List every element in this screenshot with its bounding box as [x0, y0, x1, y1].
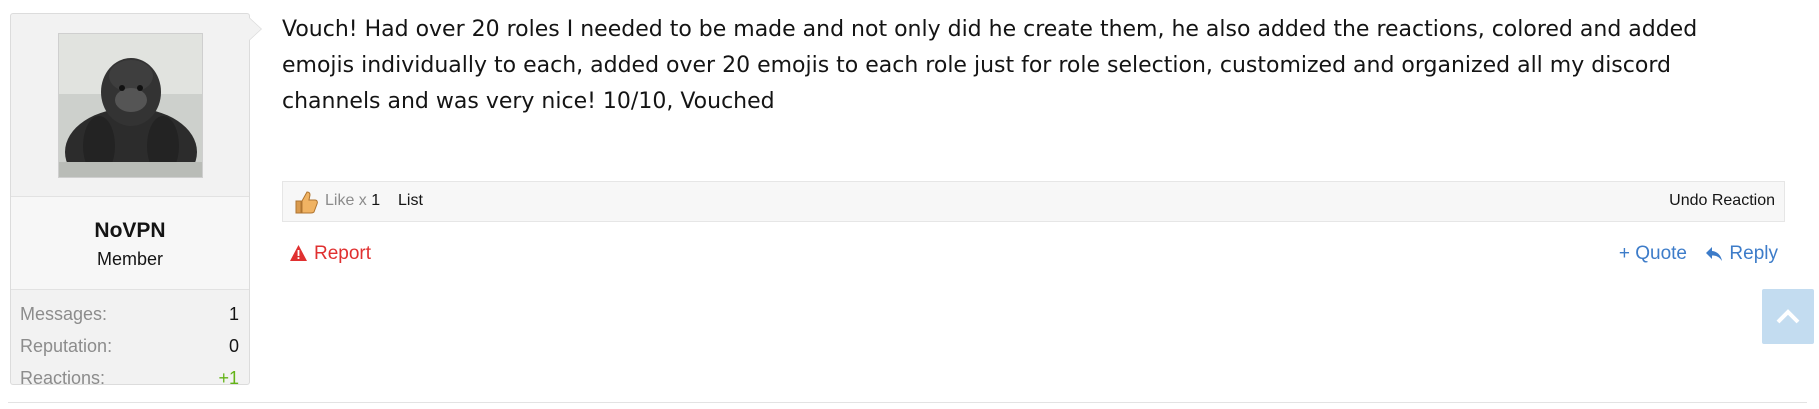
post-divider	[8, 402, 1807, 403]
like-count: 1	[371, 192, 381, 209]
quote-link[interactable]: + Quote	[1619, 243, 1687, 265]
post: NoVPN Member Messages: 1 Reputation: 0 R…	[0, 0, 1819, 409]
report-label: Report	[314, 243, 372, 264]
avatar-area	[11, 14, 249, 196]
stat-value: +1	[218, 368, 239, 388]
undo-reaction-link[interactable]: Undo Reaction	[1669, 192, 1775, 210]
stat-label: Messages:	[20, 304, 108, 324]
gorilla-avatar-photo	[59, 34, 202, 177]
stat-label: Reactions:	[20, 368, 106, 388]
stat-label: Reputation:	[20, 336, 113, 356]
stat-reputation: Reputation: 0	[11, 330, 249, 362]
reactions-bar: Like x 1 List Undo Reaction	[282, 181, 1785, 222]
warning-triangle-icon	[290, 245, 307, 261]
stat-value: 1	[228, 304, 239, 324]
user-stats: Messages: 1 Reputation: 0 Reactions: +1	[11, 288, 249, 394]
post-actions: Report + Quote Reply	[282, 238, 1785, 274]
avatar[interactable]	[58, 33, 203, 178]
stat-value: 0	[228, 336, 239, 356]
reply-link[interactable]: Reply	[1705, 243, 1778, 265]
scroll-to-top-button[interactable]	[1762, 289, 1814, 344]
report-link[interactable]: Report	[289, 243, 371, 265]
stat-reactions: Reactions: +1	[11, 362, 249, 394]
message-body: Vouch! Had over 20 roles I needed to be …	[282, 17, 1698, 114]
reply-label: Reply	[1729, 243, 1778, 264]
chevron-up-icon	[1776, 309, 1800, 324]
user-card: NoVPN Member Messages: 1 Reputation: 0 R…	[10, 13, 250, 388]
card-arrow-inner	[249, 18, 261, 40]
thumbs-up-icon	[293, 189, 319, 215]
reaction-list-link[interactable]: List	[398, 192, 423, 210]
user-info: NoVPN Member	[11, 196, 249, 290]
user-title: Member	[96, 249, 163, 269]
like-summary: Like x 1	[325, 192, 380, 210]
like-label: Like x	[325, 192, 372, 209]
username[interactable]: NoVPN	[11, 219, 249, 243]
reply-arrow-icon	[1706, 247, 1723, 261]
stat-messages: Messages: 1	[11, 298, 249, 330]
